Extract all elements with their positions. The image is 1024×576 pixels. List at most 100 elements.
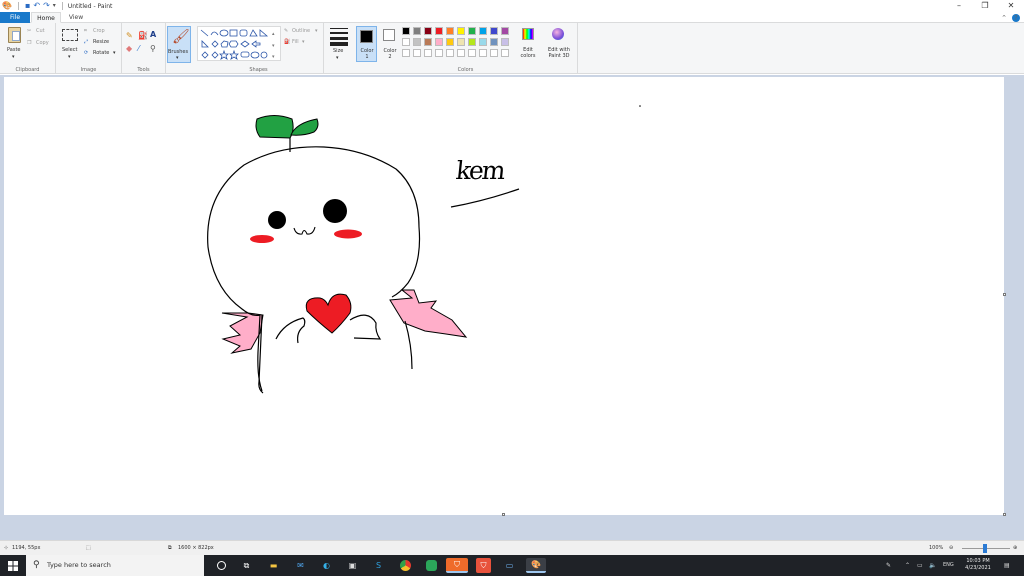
paste-chevron-icon[interactable]: ▾ bbox=[12, 54, 15, 60]
select-button[interactable]: Select bbox=[62, 47, 77, 53]
palette-swatch[interactable] bbox=[435, 27, 443, 35]
cut-icon[interactable]: ✂ bbox=[27, 28, 31, 34]
size-label[interactable]: Size bbox=[333, 48, 343, 54]
select-icon[interactable] bbox=[62, 29, 78, 41]
custom-color-slot[interactable] bbox=[479, 49, 487, 57]
fill-bucket-icon[interactable]: ⛽ bbox=[138, 31, 148, 40]
volume-icon[interactable]: 🔈 bbox=[929, 555, 936, 576]
edit-colors-button[interactable]: Edit colors bbox=[518, 47, 538, 59]
edit-colors-icon[interactable] bbox=[522, 28, 534, 40]
palette-swatch[interactable] bbox=[468, 38, 476, 46]
save-icon[interactable]: ▪ bbox=[25, 1, 30, 11]
network-icon[interactable]: ▭ bbox=[917, 555, 923, 576]
line-size-icon[interactable] bbox=[330, 28, 348, 46]
rotate-chevron-icon[interactable]: ▾ bbox=[113, 50, 116, 56]
crop-button[interactable]: Crop bbox=[93, 28, 105, 34]
copy-button[interactable]: Copy bbox=[36, 40, 49, 46]
palette-swatch[interactable] bbox=[479, 38, 487, 46]
palette-swatch[interactable] bbox=[479, 27, 487, 35]
fill-chevron-icon[interactable]: ▾ bbox=[302, 39, 305, 45]
resize-button[interactable]: Resize bbox=[93, 39, 109, 45]
help-icon[interactable]: ? bbox=[1012, 13, 1020, 22]
palette-swatch[interactable] bbox=[501, 38, 509, 46]
cut-button[interactable]: Cut bbox=[36, 28, 45, 34]
palette-swatch[interactable] bbox=[446, 38, 454, 46]
fill-button[interactable]: Fill bbox=[292, 39, 299, 45]
resize-icon[interactable]: ⤢ bbox=[84, 39, 88, 45]
brushes-chevron-icon[interactable]: ▾ bbox=[176, 55, 179, 61]
collapse-ribbon-icon[interactable]: ⌃ bbox=[1001, 14, 1007, 22]
undo-icon[interactable]: ↶ bbox=[33, 1, 40, 11]
custom-color-slot[interactable] bbox=[402, 49, 410, 57]
clock[interactable]: 10:03 PM 4/23/2021 bbox=[958, 558, 998, 572]
tab-home[interactable]: Home bbox=[31, 12, 61, 23]
fill-icon[interactable]: ⛽ bbox=[284, 39, 290, 45]
palette-swatch[interactable] bbox=[435, 38, 443, 46]
zoom-in-icon[interactable]: ⊕ bbox=[1013, 541, 1017, 556]
palette-swatch[interactable] bbox=[501, 27, 509, 35]
paste-icon[interactable] bbox=[8, 27, 21, 43]
notifications-icon[interactable]: ▤ bbox=[1004, 555, 1010, 576]
redo-icon[interactable]: ↷ bbox=[43, 1, 50, 11]
resize-handle-bottom[interactable] bbox=[502, 513, 505, 516]
canvas-workspace[interactable]: kem bbox=[0, 75, 1024, 540]
outline-icon[interactable]: ✎ bbox=[284, 28, 288, 34]
minimize-button[interactable]: – bbox=[946, 0, 972, 12]
tab-view[interactable]: View bbox=[62, 12, 90, 23]
drawing-canvas[interactable]: kem bbox=[4, 77, 1004, 515]
brushes-button[interactable]: 🖌 bbox=[167, 26, 191, 63]
resize-handle-right[interactable] bbox=[1003, 293, 1006, 296]
rotate-button[interactable]: Rotate bbox=[93, 50, 109, 56]
show-hidden-icons-chevron[interactable]: ⌃ bbox=[905, 555, 910, 576]
custom-color-slot[interactable] bbox=[501, 49, 509, 57]
crop-icon[interactable]: ⌗ bbox=[84, 28, 87, 34]
palette-swatch[interactable] bbox=[413, 38, 421, 46]
select-chevron-icon[interactable]: ▾ bbox=[68, 54, 71, 60]
copy-icon[interactable]: ❐ bbox=[27, 40, 31, 46]
palette-swatch[interactable] bbox=[446, 27, 454, 35]
custom-color-slot[interactable] bbox=[446, 49, 454, 57]
tab-file[interactable]: File bbox=[0, 12, 30, 23]
customize-chevron-icon[interactable]: ▾ bbox=[53, 1, 56, 11]
svg-text:▴: ▴ bbox=[272, 31, 275, 37]
palette-swatch[interactable] bbox=[402, 27, 410, 35]
pen-workspace-icon[interactable]: ✎ bbox=[886, 555, 891, 576]
palette-swatch[interactable] bbox=[424, 38, 432, 46]
shapes-gallery[interactable]: ▴ ▾ ▾ bbox=[197, 26, 281, 61]
custom-color-slot[interactable] bbox=[490, 49, 498, 57]
rotate-icon[interactable]: ⟳ bbox=[84, 50, 88, 56]
color-picker-icon[interactable]: ⁄ bbox=[138, 44, 139, 53]
sprout-leaf-right bbox=[290, 118, 319, 136]
palette-swatch[interactable] bbox=[424, 27, 432, 35]
palette-swatch[interactable] bbox=[490, 38, 498, 46]
size-chevron-icon[interactable]: ▾ bbox=[336, 55, 339, 61]
palette-swatch[interactable] bbox=[457, 38, 465, 46]
close-button[interactable]: ✕ bbox=[998, 0, 1024, 12]
maximize-button[interactable]: ❐ bbox=[972, 0, 998, 12]
palette-swatch[interactable] bbox=[413, 27, 421, 35]
resize-handle-corner[interactable] bbox=[1003, 513, 1006, 516]
palette-swatch[interactable] bbox=[402, 38, 410, 46]
zoom-slider-thumb[interactable] bbox=[983, 544, 987, 553]
pencil-icon[interactable]: ✎ bbox=[126, 31, 133, 40]
heart bbox=[305, 293, 352, 334]
palette-swatch[interactable] bbox=[457, 27, 465, 35]
custom-color-slot[interactable] bbox=[413, 49, 421, 57]
zoom-out-icon[interactable]: ⊖ bbox=[949, 541, 953, 556]
outline-chevron-icon[interactable]: ▾ bbox=[315, 28, 318, 34]
canvas-size: 1600 × 822px bbox=[178, 545, 214, 551]
eraser-icon[interactable]: ◆ bbox=[126, 44, 132, 53]
custom-color-slot[interactable] bbox=[435, 49, 443, 57]
magnifier-icon[interactable]: ⚲ bbox=[150, 44, 156, 53]
paint3d-icon[interactable] bbox=[552, 28, 564, 40]
custom-color-slot[interactable] bbox=[457, 49, 465, 57]
paste-button[interactable]: Paste bbox=[7, 47, 21, 53]
outline-button[interactable]: Outline bbox=[292, 28, 310, 34]
edit-paint3d-button[interactable]: Edit with Paint 3D bbox=[545, 47, 573, 59]
palette-swatch[interactable] bbox=[490, 27, 498, 35]
language-indicator[interactable]: ENG bbox=[943, 555, 954, 576]
custom-color-slot[interactable] bbox=[424, 49, 432, 57]
text-icon[interactable]: A bbox=[150, 30, 156, 39]
custom-color-slot[interactable] bbox=[468, 49, 476, 57]
palette-swatch[interactable] bbox=[468, 27, 476, 35]
